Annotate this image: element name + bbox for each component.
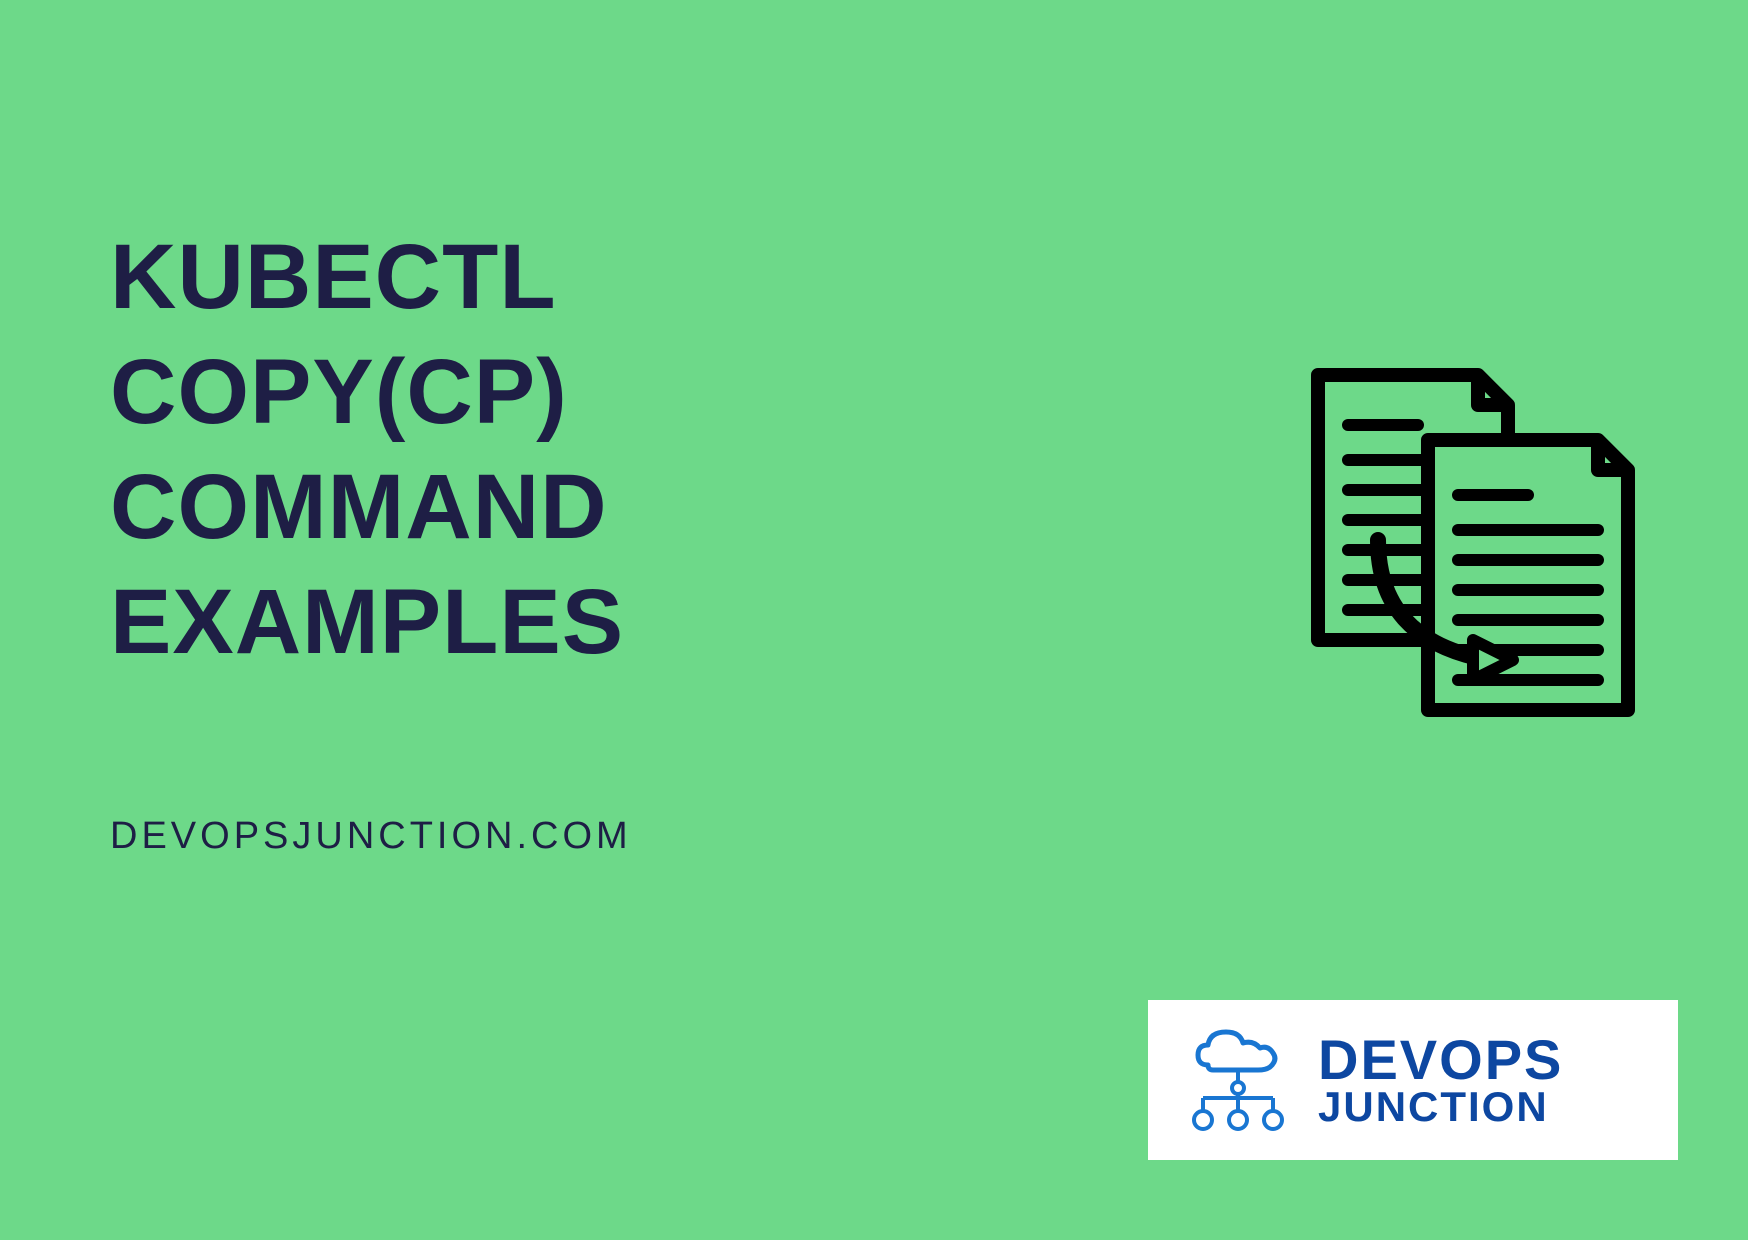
title-line-1: KUBECTL COPY(CP) bbox=[110, 226, 568, 443]
logo-text-line-2: JUNCTION bbox=[1318, 1087, 1563, 1127]
logo-box: DEVOPS JUNCTION bbox=[1148, 1000, 1678, 1160]
website-url: DEVOPSJUNCTION.COM bbox=[110, 815, 632, 858]
logo-text-line-1: DEVOPS bbox=[1318, 1033, 1563, 1086]
file-copy-icon bbox=[1278, 340, 1658, 740]
page-title: KUBECTL COPY(CP) COMMAND EXAMPLES bbox=[110, 220, 1010, 680]
cloud-network-icon bbox=[1178, 1020, 1298, 1140]
logo-text: DEVOPS JUNCTION bbox=[1318, 1033, 1563, 1126]
title-line-2: COMMAND bbox=[110, 456, 608, 558]
title-line-3: EXAMPLES bbox=[110, 571, 624, 673]
